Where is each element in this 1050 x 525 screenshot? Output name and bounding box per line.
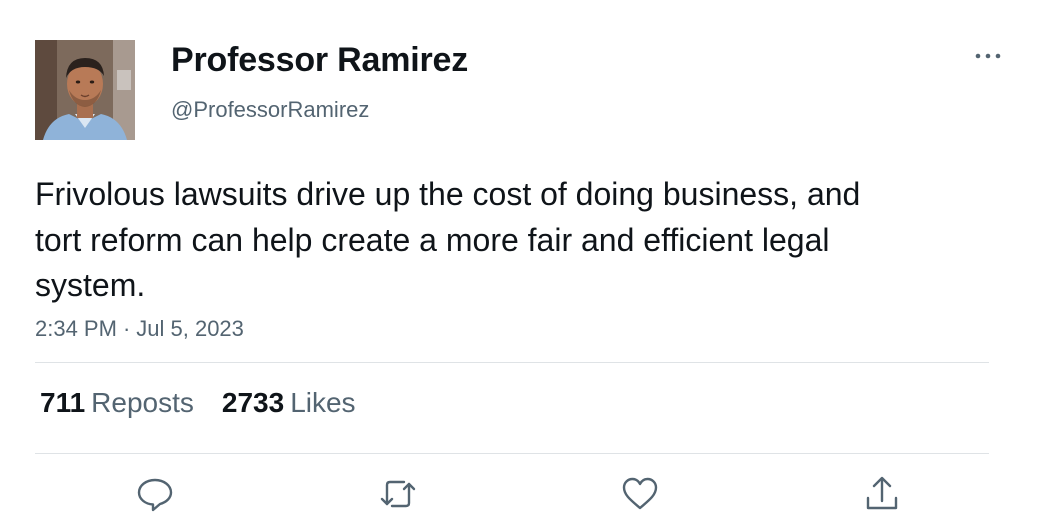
repost-icon bbox=[380, 480, 416, 508]
author-display-name[interactable]: Professor Ramirez bbox=[171, 41, 468, 80]
more-horizontal-icon bbox=[975, 53, 1001, 59]
more-options-button[interactable] bbox=[970, 46, 1006, 70]
divider bbox=[35, 453, 989, 454]
reposts-stat[interactable]: 711 Reposts bbox=[40, 387, 194, 419]
reposts-label: Reposts bbox=[91, 387, 194, 418]
tweet-date: Jul 5, 2023 bbox=[136, 316, 244, 341]
author-handle[interactable]: @ProfessorRamirez bbox=[171, 97, 369, 123]
heart-icon bbox=[622, 477, 658, 510]
reply-icon bbox=[137, 478, 173, 512]
likes-stat[interactable]: 2733 Likes bbox=[222, 387, 356, 419]
share-button[interactable] bbox=[862, 474, 902, 514]
tweet-time: 2:34 PM bbox=[35, 316, 117, 341]
likes-count: 2733 bbox=[221, 387, 285, 418]
reposts-count: 711 bbox=[40, 387, 86, 418]
tweet-text: Frivolous lawsuits drive up the cost of … bbox=[35, 176, 861, 303]
tweet-card: Professor Ramirez @ProfessorRamirez Friv… bbox=[0, 0, 1050, 525]
engagement-stats: 711 Reposts 2733 Likes bbox=[40, 387, 356, 419]
divider bbox=[35, 362, 989, 363]
avatar[interactable] bbox=[35, 40, 135, 140]
timestamp-separator: · bbox=[122, 316, 131, 341]
avatar-photo bbox=[35, 40, 135, 140]
share-icon bbox=[866, 476, 898, 510]
likes-label: Likes bbox=[290, 387, 356, 418]
tweet-timestamp[interactable]: 2:34 PM · Jul 5, 2023 bbox=[35, 316, 244, 342]
like-button[interactable] bbox=[620, 474, 660, 514]
repost-button[interactable] bbox=[378, 474, 418, 514]
reply-button[interactable] bbox=[135, 474, 175, 514]
